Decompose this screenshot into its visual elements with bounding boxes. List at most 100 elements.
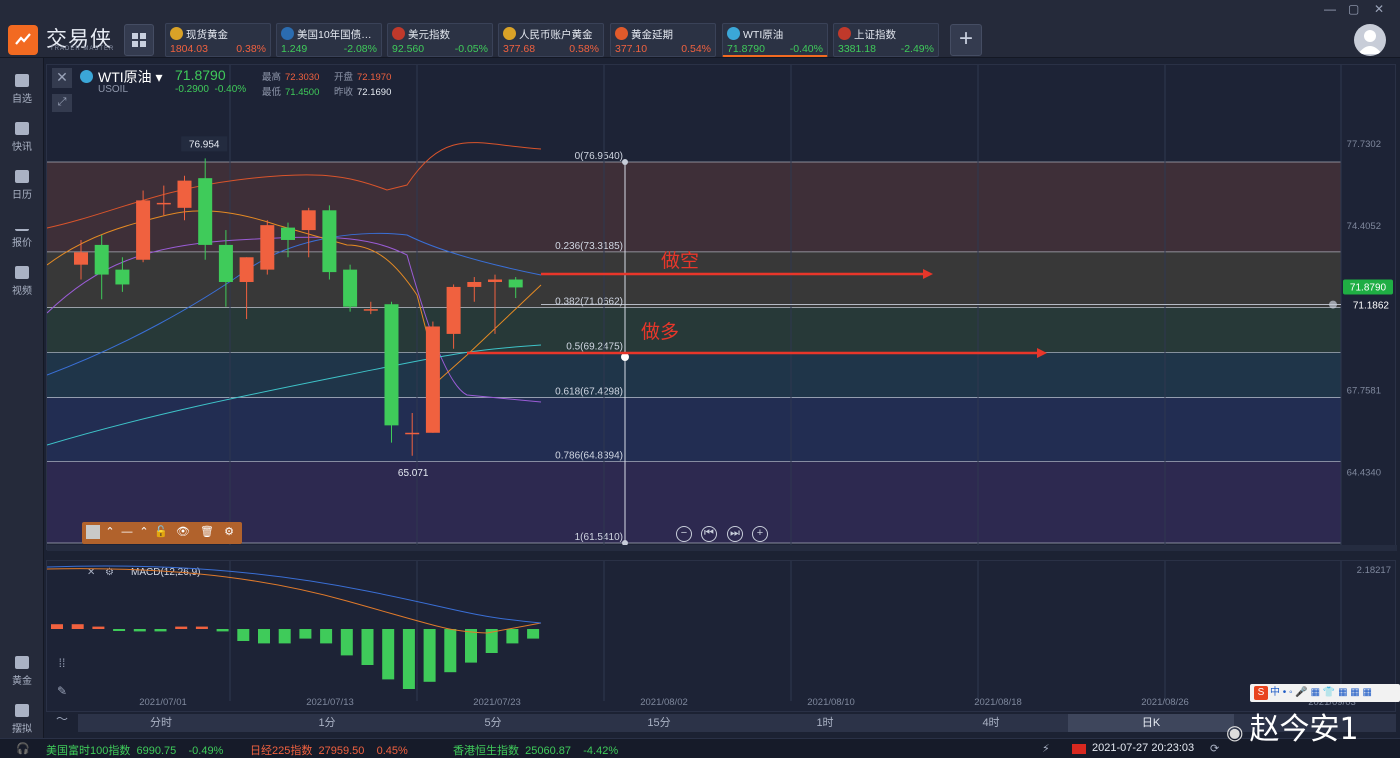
period-tab-1[interactable]: 分时: [78, 714, 244, 732]
ticker-card[interactable]: 美元指数 92.560 -0.05%: [387, 23, 493, 57]
ticker-icon: [170, 27, 183, 40]
settings-icon[interactable]: ⚙: [222, 525, 236, 539]
chevron-up-icon[interactable]: ⌃: [103, 525, 117, 539]
macd-histogram-bar: [465, 629, 477, 663]
price-axis-label: 67.7581: [1347, 385, 1381, 396]
zoom-out-button[interactable]: −: [676, 526, 692, 542]
network-icon: ⚡: [1042, 743, 1050, 755]
period-tab-4[interactable]: 15分: [576, 714, 742, 732]
ticker-icon: [615, 27, 628, 40]
macd-histogram-bar: [154, 629, 167, 632]
fib-band: [47, 397, 1341, 462]
scroll-end-button[interactable]: ⏭: [727, 526, 743, 542]
period-tab-3[interactable]: 5分: [410, 714, 576, 732]
ohlc-value: 72.1690: [357, 87, 392, 98]
china-flag-icon: [1072, 744, 1086, 754]
candle-body: [177, 180, 192, 208]
macd-histogram-bar: [258, 629, 270, 644]
macd-date-label: 2021/07/23: [473, 697, 521, 708]
period-tab-6[interactable]: 4时: [908, 714, 1074, 732]
min-price-label: 65.071: [398, 468, 429, 479]
status-item-nikkei[interactable]: 日经225指数 27959.50 0.45%: [250, 742, 408, 758]
macd-histogram-bar: [195, 626, 208, 629]
status-item-price: 25060.87: [525, 745, 572, 757]
grid-menu-button[interactable]: [124, 24, 154, 56]
color-swatch-button[interactable]: [86, 525, 100, 539]
candle-body: [115, 269, 130, 285]
sidebar-item-video[interactable]: 视频: [0, 260, 44, 300]
status-item-ftse[interactable]: 美国富时100指数 6990.75 -0.49%: [46, 742, 223, 758]
price-axis-label: 77.7302: [1347, 139, 1381, 150]
zoom-in-button[interactable]: +: [752, 526, 768, 542]
weibo-watermark: ◉ 赵今安1: [1226, 704, 1359, 748]
add-ticker-button[interactable]: +: [950, 24, 982, 56]
chart-type-button[interactable]: 〜: [52, 710, 72, 728]
scroll-start-button[interactable]: ⏮: [701, 526, 717, 542]
status-item-name: 日经225指数: [250, 745, 313, 757]
macd-date-label: 2021/08/26: [1141, 697, 1189, 708]
input-method-bar: S中 • ◦ 🎤 ▦ 👕 ▦ ▦ ▦: [1250, 684, 1400, 702]
max-price-label: 76.954: [189, 139, 220, 150]
sidebar-item-label: 报价: [12, 238, 32, 249]
sidebar-item-label: 日历: [12, 190, 32, 201]
fib-label: 0.382(71.0662): [555, 297, 623, 308]
support-icon[interactable]: 🎧: [16, 742, 30, 755]
expand-tool-button[interactable]: ⤢: [52, 94, 72, 112]
grid-icon: [132, 33, 146, 47]
period-tab-5[interactable]: 1时: [742, 714, 908, 732]
macd-panel[interactable]: ✕ ⚙ MACD(12,26,9) 2.18217 2021/07/01 2021/07/…: [46, 560, 1396, 712]
eye-icon[interactable]: 👁: [176, 525, 190, 539]
fib-band: [47, 162, 1341, 252]
ticker-card[interactable]: 美国10年国债… 1.249 -2.08%: [276, 23, 382, 57]
period-tab-daily[interactable]: 日K: [1068, 714, 1234, 732]
symbol-price: 71.8790: [175, 67, 226, 83]
indicator-tool-button[interactable]: ⁞⁞: [52, 656, 72, 674]
price-chart-panel[interactable]: 0(76.9540) 0.236(73.3185) 0.382(71.0662) 0.…: [46, 64, 1397, 551]
ticker-card[interactable]: 现货黄金 1804.03 0.38%: [165, 23, 271, 57]
sidebar-item-gold[interactable]: 黄金: [0, 650, 44, 690]
status-item-hangseng[interactable]: 香港恒生指数 25060.87 -4.42%: [453, 742, 618, 758]
sidebar-item-simulate[interactable]: 摆拟: [0, 698, 44, 738]
sidebar-item-label: 摆拟: [12, 724, 32, 735]
candle-body: [322, 210, 337, 273]
sidebar-item-news[interactable]: 快讯: [0, 116, 44, 156]
close-window-button[interactable]: ✕: [1374, 2, 1384, 16]
close-chart-button[interactable]: ✕: [52, 68, 72, 88]
chevron-up-icon[interactable]: ⌃: [137, 525, 151, 539]
maximize-button[interactable]: ▢: [1348, 2, 1359, 16]
sidebar-item-calendar[interactable]: 日历: [0, 164, 44, 204]
ticker-change: 0.58%: [569, 43, 599, 55]
trash-icon[interactable]: 🗑: [200, 525, 214, 539]
input-method-icons: 中 • ◦ 🎤 ▦ 👕 ▦ ▦ ▦: [1270, 687, 1372, 698]
period-selector: 分时 1分 5分 15分 1时 4时 日K: [78, 714, 1396, 732]
unlock-icon[interactable]: 🔓: [154, 525, 168, 539]
period-tab-2[interactable]: 1分: [244, 714, 410, 732]
ticker-price: 377.68: [503, 43, 536, 55]
macd-chart[interactable]: ✕ ⚙ MACD(12,26,9) 2.182172021/07/01 2021/07/…: [47, 561, 1397, 713]
status-item-price: 6990.75: [136, 745, 177, 757]
macd-histogram-bar: [320, 629, 333, 644]
sidebar-item-watchlist[interactable]: 自选: [0, 68, 44, 108]
logo-icon: [8, 25, 38, 55]
fib-label: 0.618(67.4298): [555, 386, 623, 397]
ticker-card[interactable]: 黄金延期 377.10 0.54%: [610, 23, 716, 57]
ohlc-open: 开盘 72.1970: [334, 69, 391, 83]
minimize-button[interactable]: —: [1324, 2, 1336, 16]
user-avatar[interactable]: [1354, 24, 1386, 56]
fib-band: [47, 307, 1341, 353]
refresh-icon[interactable]: ⟳: [1210, 742, 1219, 755]
macd-histogram-bar: [51, 624, 63, 629]
pen-tool-button[interactable]: ✎: [52, 684, 72, 702]
current-price-label: 71.8790: [1350, 282, 1387, 293]
ohlc-label: 昨收: [334, 87, 354, 98]
news-icon: [15, 122, 29, 135]
ticker-card[interactable]: 人民币账户黄金 377.68 0.58%: [498, 23, 604, 57]
sidebar-item-quotes[interactable]: 报价: [0, 212, 44, 252]
status-item-change: -4.42%: [583, 745, 619, 757]
candlestick-chart[interactable]: 0(76.9540) 0.236(73.3185) 0.382(71.0662) 0.…: [47, 65, 1397, 551]
drawing-toolbar: ⌃ — ⌃ 🔓 👁 🗑 ⚙: [82, 522, 242, 544]
line-style-button[interactable]: —: [120, 525, 134, 539]
ticker-name: WTI原油: [743, 29, 784, 41]
ticker-card[interactable]: 上证指数 3381.18 -2.49%: [833, 23, 939, 57]
ticker-card[interactable]: WTI原油 71.8790 -0.40%: [722, 23, 828, 57]
